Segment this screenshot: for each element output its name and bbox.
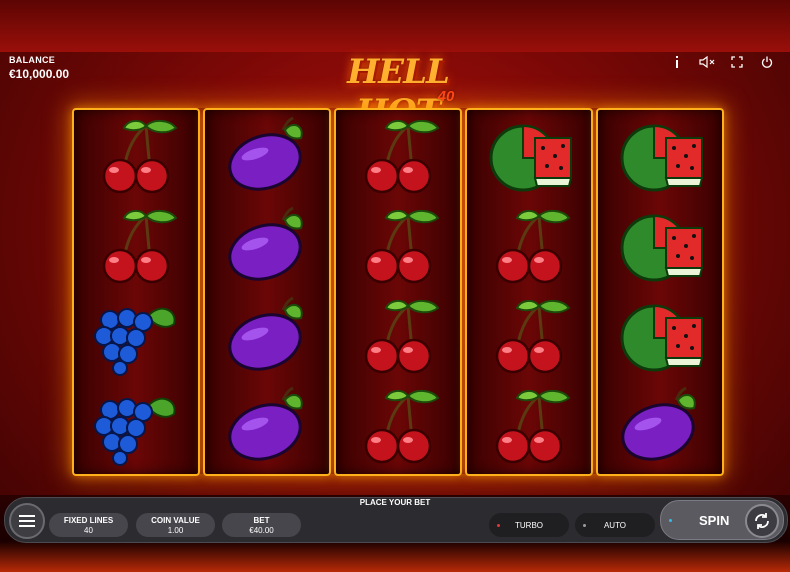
- coin-value-selector[interactable]: COIN VALUE 1.00: [136, 513, 215, 537]
- turbo-indicator: [497, 524, 500, 527]
- auto-indicator: [583, 524, 586, 527]
- plum-symbol: [598, 382, 722, 470]
- cherry-symbol: [467, 382, 591, 470]
- cherry-symbol: [467, 202, 591, 290]
- power-icon[interactable]: [752, 55, 782, 69]
- plum-symbol: [205, 292, 329, 380]
- fixed-lines-label: FIXED LINES: [63, 516, 114, 525]
- spin-label: SPIN: [699, 513, 730, 528]
- plum-symbol: [205, 382, 329, 470]
- reel-5: [596, 108, 724, 476]
- reel-2: [203, 108, 331, 476]
- coin-value-value: 1.00: [167, 526, 184, 535]
- fixed-lines-display: FIXED LINES 40: [49, 513, 128, 537]
- bet-value: €40.00: [249, 526, 274, 535]
- plum-symbol: [205, 112, 329, 200]
- spin-button[interactable]: SPIN: [660, 500, 784, 540]
- bet-selector[interactable]: BET €40.00: [222, 513, 301, 537]
- top-right-icons: [662, 55, 782, 69]
- watermelon-symbol: [598, 292, 722, 380]
- spin-indicator: [669, 519, 672, 522]
- watermelon-symbol: [467, 112, 591, 200]
- reel-4: [465, 108, 593, 476]
- balance-value: €10,000.00: [9, 67, 70, 81]
- plum-symbol: [205, 202, 329, 290]
- reel-1: [72, 108, 200, 476]
- cherry-symbol: [74, 202, 198, 290]
- cherry-symbol: [336, 292, 460, 380]
- turbo-toggle[interactable]: TURBO: [489, 513, 569, 537]
- top-bar: [0, 0, 790, 52]
- fullscreen-icon[interactable]: [722, 55, 752, 69]
- fixed-lines-value: 40: [84, 526, 93, 535]
- reel-3: [334, 108, 462, 476]
- cherry-symbol: [74, 112, 198, 200]
- game-logo: HELL HOT 40: [300, 52, 496, 132]
- cherry-symbol: [336, 202, 460, 290]
- watermelon-symbol: [598, 202, 722, 290]
- reels-area: [72, 108, 724, 476]
- balance-label: BALANCE: [9, 55, 56, 65]
- spin-circle[interactable]: [745, 504, 779, 538]
- hamburger-icon: [19, 515, 35, 527]
- cherry-symbol: [336, 112, 460, 200]
- coin-value-label: COIN VALUE: [151, 516, 200, 525]
- auto-button[interactable]: AUTO: [575, 513, 655, 537]
- bet-label: BET: [253, 516, 270, 525]
- watermelon-symbol: [598, 112, 722, 200]
- spin-arrows-icon: [755, 513, 769, 529]
- grapes-symbol: [74, 292, 198, 380]
- turbo-label: TURBO: [515, 520, 543, 530]
- sound-muted-icon[interactable]: [692, 55, 722, 69]
- cherry-symbol: [467, 292, 591, 380]
- info-icon[interactable]: [662, 55, 692, 69]
- balance-display: BALANCE €10,000.00: [9, 55, 69, 81]
- logo-number: 40: [437, 88, 455, 105]
- menu-button[interactable]: [9, 503, 45, 539]
- grapes-symbol: [74, 382, 198, 470]
- cherry-symbol: [336, 382, 460, 470]
- auto-label: AUTO: [603, 520, 627, 530]
